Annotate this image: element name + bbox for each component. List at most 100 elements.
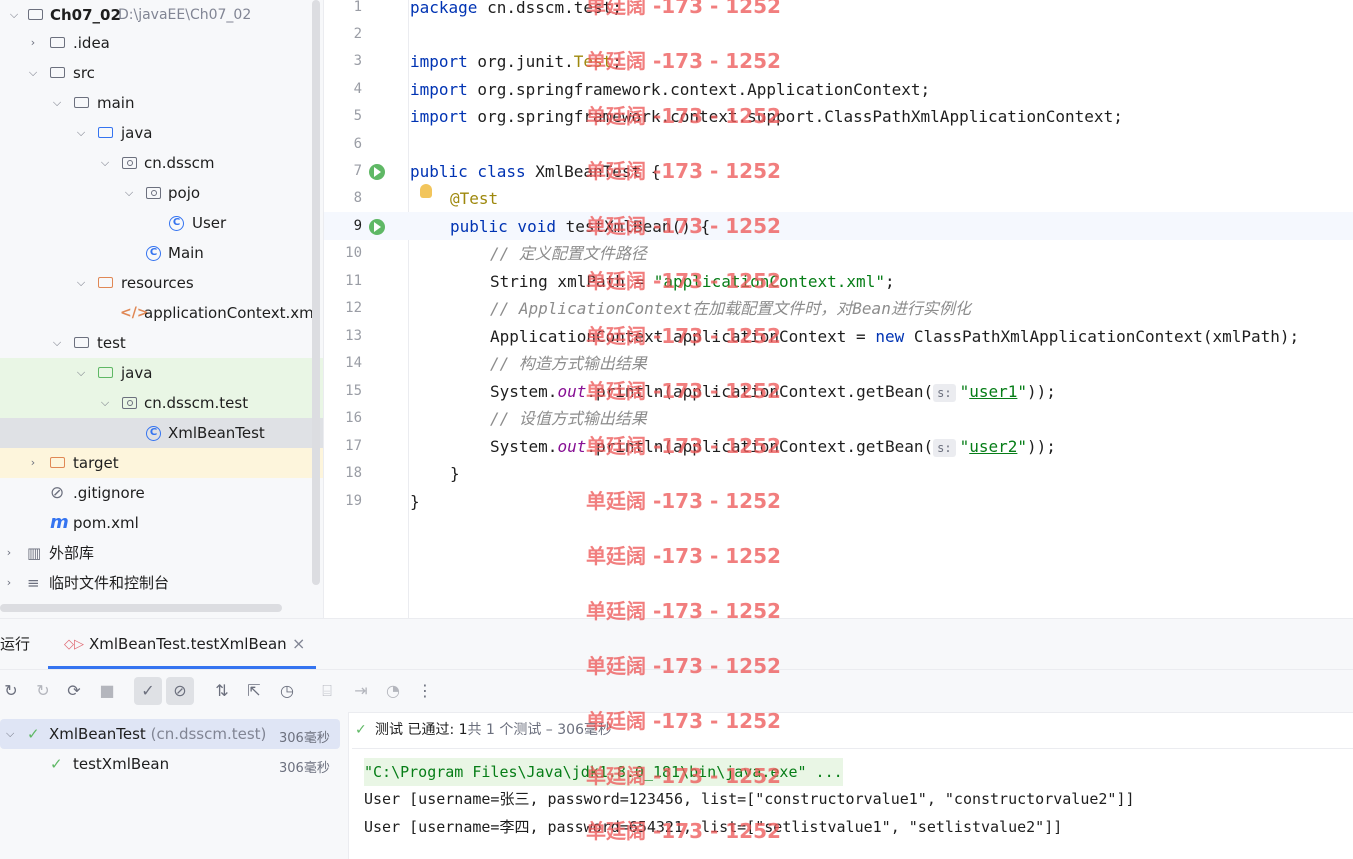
code-line-1[interactable]: package cn.dsscm.test; — [410, 0, 622, 21]
tree-item-xmlbeantest[interactable]: C XmlBeanTest — [0, 418, 323, 448]
chevron-down-icon[interactable]: ⌵ — [99, 388, 111, 418]
code-line-17[interactable]: System.out.println(applicationContext.ge… — [490, 433, 1056, 460]
code-line-8[interactable]: @Test — [450, 185, 498, 212]
more-options-icon[interactable]: ⋮ — [414, 680, 436, 702]
vertical-scrollbar[interactable] — [312, 0, 320, 585]
runnable-class-icon: C — [146, 246, 161, 261]
duration-label: 306毫秒 — [279, 731, 330, 746]
code-line-18[interactable]: } — [450, 460, 460, 487]
line-number: 6 — [353, 136, 362, 152]
chevron-down-icon[interactable]: ⌵ — [75, 358, 87, 388]
tree-item-label: cn.dsscm.test — [144, 394, 249, 412]
tree-item-cn-dsscm-test[interactable]: ⌵ cn.dsscm.test — [0, 388, 323, 418]
tree-item-main-class[interactable]: C Main — [0, 238, 323, 268]
sort-icon[interactable]: ⇅ — [211, 680, 233, 702]
code-line-16[interactable]: // 设值方式输出结果 — [490, 405, 647, 432]
test-class-icon: C — [146, 426, 161, 441]
status-text: 测试 已通过: 1共 1 个测试 – 306毫秒 — [375, 722, 612, 738]
chevron-right-icon[interactable]: › — [3, 538, 15, 568]
show-ignored-icon[interactable]: ⊘ — [166, 677, 194, 705]
chevron-down-icon[interactable]: ⌵ — [99, 148, 111, 178]
tree-item-label: target — [73, 454, 119, 472]
run-test-method-icon[interactable] — [369, 219, 385, 235]
tree-item-resources[interactable]: ⌵ resources — [0, 268, 323, 298]
code-line-4[interactable]: import org.springframework.context.Appli… — [410, 76, 930, 103]
passed-check-icon: ✓ — [355, 722, 367, 738]
chevron-down-icon[interactable]: ⌵ — [51, 88, 63, 118]
folder-icon — [50, 37, 65, 48]
test-source-folder-icon — [98, 367, 113, 378]
line-number: 14 — [345, 355, 362, 371]
chevron-down-icon[interactable]: ⌵ — [123, 178, 135, 208]
code-line-11[interactable]: String xmlPath = "applicationContext.xml… — [490, 268, 895, 295]
code-line-12[interactable]: // ApplicationContext在加载配置文件时，对Bean进行实例化 — [490, 295, 971, 322]
chevron-right-icon[interactable]: › — [27, 28, 39, 58]
tree-item-scratches[interactable]: › ≡ 临时文件和控制台 — [0, 568, 323, 598]
chevron-down-icon[interactable]: ⌵ — [75, 118, 87, 148]
camera-icon[interactable]: ⌸ — [316, 680, 338, 702]
tree-item-user[interactable]: C User — [0, 208, 323, 238]
parameter-hint: s: — [933, 384, 956, 402]
excluded-folder-icon — [50, 457, 65, 468]
watermark: 单廷阔 -173 - 1252 — [586, 489, 781, 513]
toggle-auto-test-icon[interactable]: ⟳ — [63, 680, 85, 702]
line-number: 3 — [353, 53, 362, 69]
tree-item-idea[interactable]: › .idea — [0, 28, 323, 58]
rerun-icon[interactable]: ↻ — [0, 680, 22, 702]
show-passed-icon[interactable]: ✓ — [134, 677, 162, 705]
line-number: 15 — [345, 383, 362, 399]
line-number: 2 — [353, 26, 362, 42]
rerun-failed-icon[interactable]: ↻ — [32, 680, 54, 702]
tree-item-cn-dsscm[interactable]: ⌵ cn.dsscm — [0, 148, 323, 178]
chevron-down-icon[interactable]: ⌵ — [8, 0, 20, 30]
chevron-down-icon[interactable]: ⌵ — [6, 719, 14, 749]
tree-item-test[interactable]: ⌵ test — [0, 328, 323, 358]
run-test-class-icon[interactable] — [369, 164, 385, 180]
code-line-10[interactable]: // 定义配置文件路径 — [490, 240, 647, 267]
lightbulb-icon[interactable] — [420, 184, 432, 198]
test-run-icon: ◇▷ — [64, 637, 84, 652]
chevron-down-icon[interactable]: ⌵ — [51, 328, 63, 358]
console-command-line[interactable]: "C:\Program Files\Java\jdk1.8.0_181\bin\… — [364, 758, 843, 786]
coverage-icon[interactable]: ◔ — [382, 680, 404, 702]
tree-item-label: applicationContext.xml — [144, 304, 318, 322]
tree-item-module[interactable]: ⌵ Ch07_02 D:\javaEE\Ch07_02 — [0, 0, 323, 30]
line-number: 19 — [345, 493, 362, 509]
tree-item-external-libraries[interactable]: › ▥ 外部库 — [0, 538, 323, 568]
import-tests-icon[interactable]: ⇥ — [350, 680, 372, 702]
chevron-right-icon[interactable]: › — [27, 448, 39, 478]
tree-item-pojo[interactable]: ⌵ pojo — [0, 178, 323, 208]
code-line-7[interactable]: public class XmlBeanTest { — [410, 158, 660, 185]
tree-item-main[interactable]: ⌵ main — [0, 88, 323, 118]
code-line-14[interactable]: // 构造方式输出结果 — [490, 350, 647, 377]
line-number: 5 — [353, 108, 362, 124]
horizontal-scrollbar[interactable] — [0, 604, 282, 612]
collapse-all-icon[interactable]: ⇱ — [243, 680, 265, 702]
stop-icon[interactable]: ■ — [96, 680, 118, 702]
tree-item-pom[interactable]: m pom.xml — [0, 508, 323, 538]
code-line-9[interactable]: public void testXmlBean() { — [450, 213, 710, 240]
chevron-right-icon[interactable]: › — [3, 568, 15, 598]
code-line-19[interactable]: } — [410, 488, 420, 515]
test-method-result[interactable]: testXmlBean — [73, 749, 169, 779]
chevron-down-icon[interactable]: ⌵ — [27, 58, 39, 88]
test-history-icon[interactable]: ◷ — [276, 680, 298, 702]
package-icon — [122, 157, 137, 169]
tree-item-gitignore[interactable]: ⊘ .gitignore — [0, 478, 323, 508]
test-class-result[interactable]: XmlBeanTest (cn.dsscm.test) — [49, 719, 266, 749]
code-line-5[interactable]: import org.springframework.context.suppo… — [410, 103, 1123, 130]
tree-item-label: .idea — [73, 34, 110, 52]
tree-item-target[interactable]: › target — [0, 448, 323, 478]
code-line-3[interactable]: import org.junit.Test; — [410, 48, 622, 75]
close-icon[interactable]: × — [292, 632, 305, 656]
tree-item-label: .gitignore — [73, 484, 145, 502]
run-tab-label[interactable]: XmlBeanTest.testXmlBean — [89, 632, 287, 656]
tree-item-java-test[interactable]: ⌵ java — [0, 358, 323, 388]
passed-check-icon: ✓ — [50, 755, 63, 773]
chevron-down-icon[interactable]: ⌵ — [75, 268, 87, 298]
code-line-13[interactable]: ApplicationContext applicationContext = … — [490, 323, 1299, 350]
tree-item-src[interactable]: ⌵ src — [0, 58, 323, 88]
tree-item-java-main[interactable]: ⌵ java — [0, 118, 323, 148]
tree-item-applicationcontext-xml[interactable]: </> applicationContext.xml — [0, 298, 323, 328]
code-line-15[interactable]: System.out.println(applicationContext.ge… — [490, 378, 1056, 405]
